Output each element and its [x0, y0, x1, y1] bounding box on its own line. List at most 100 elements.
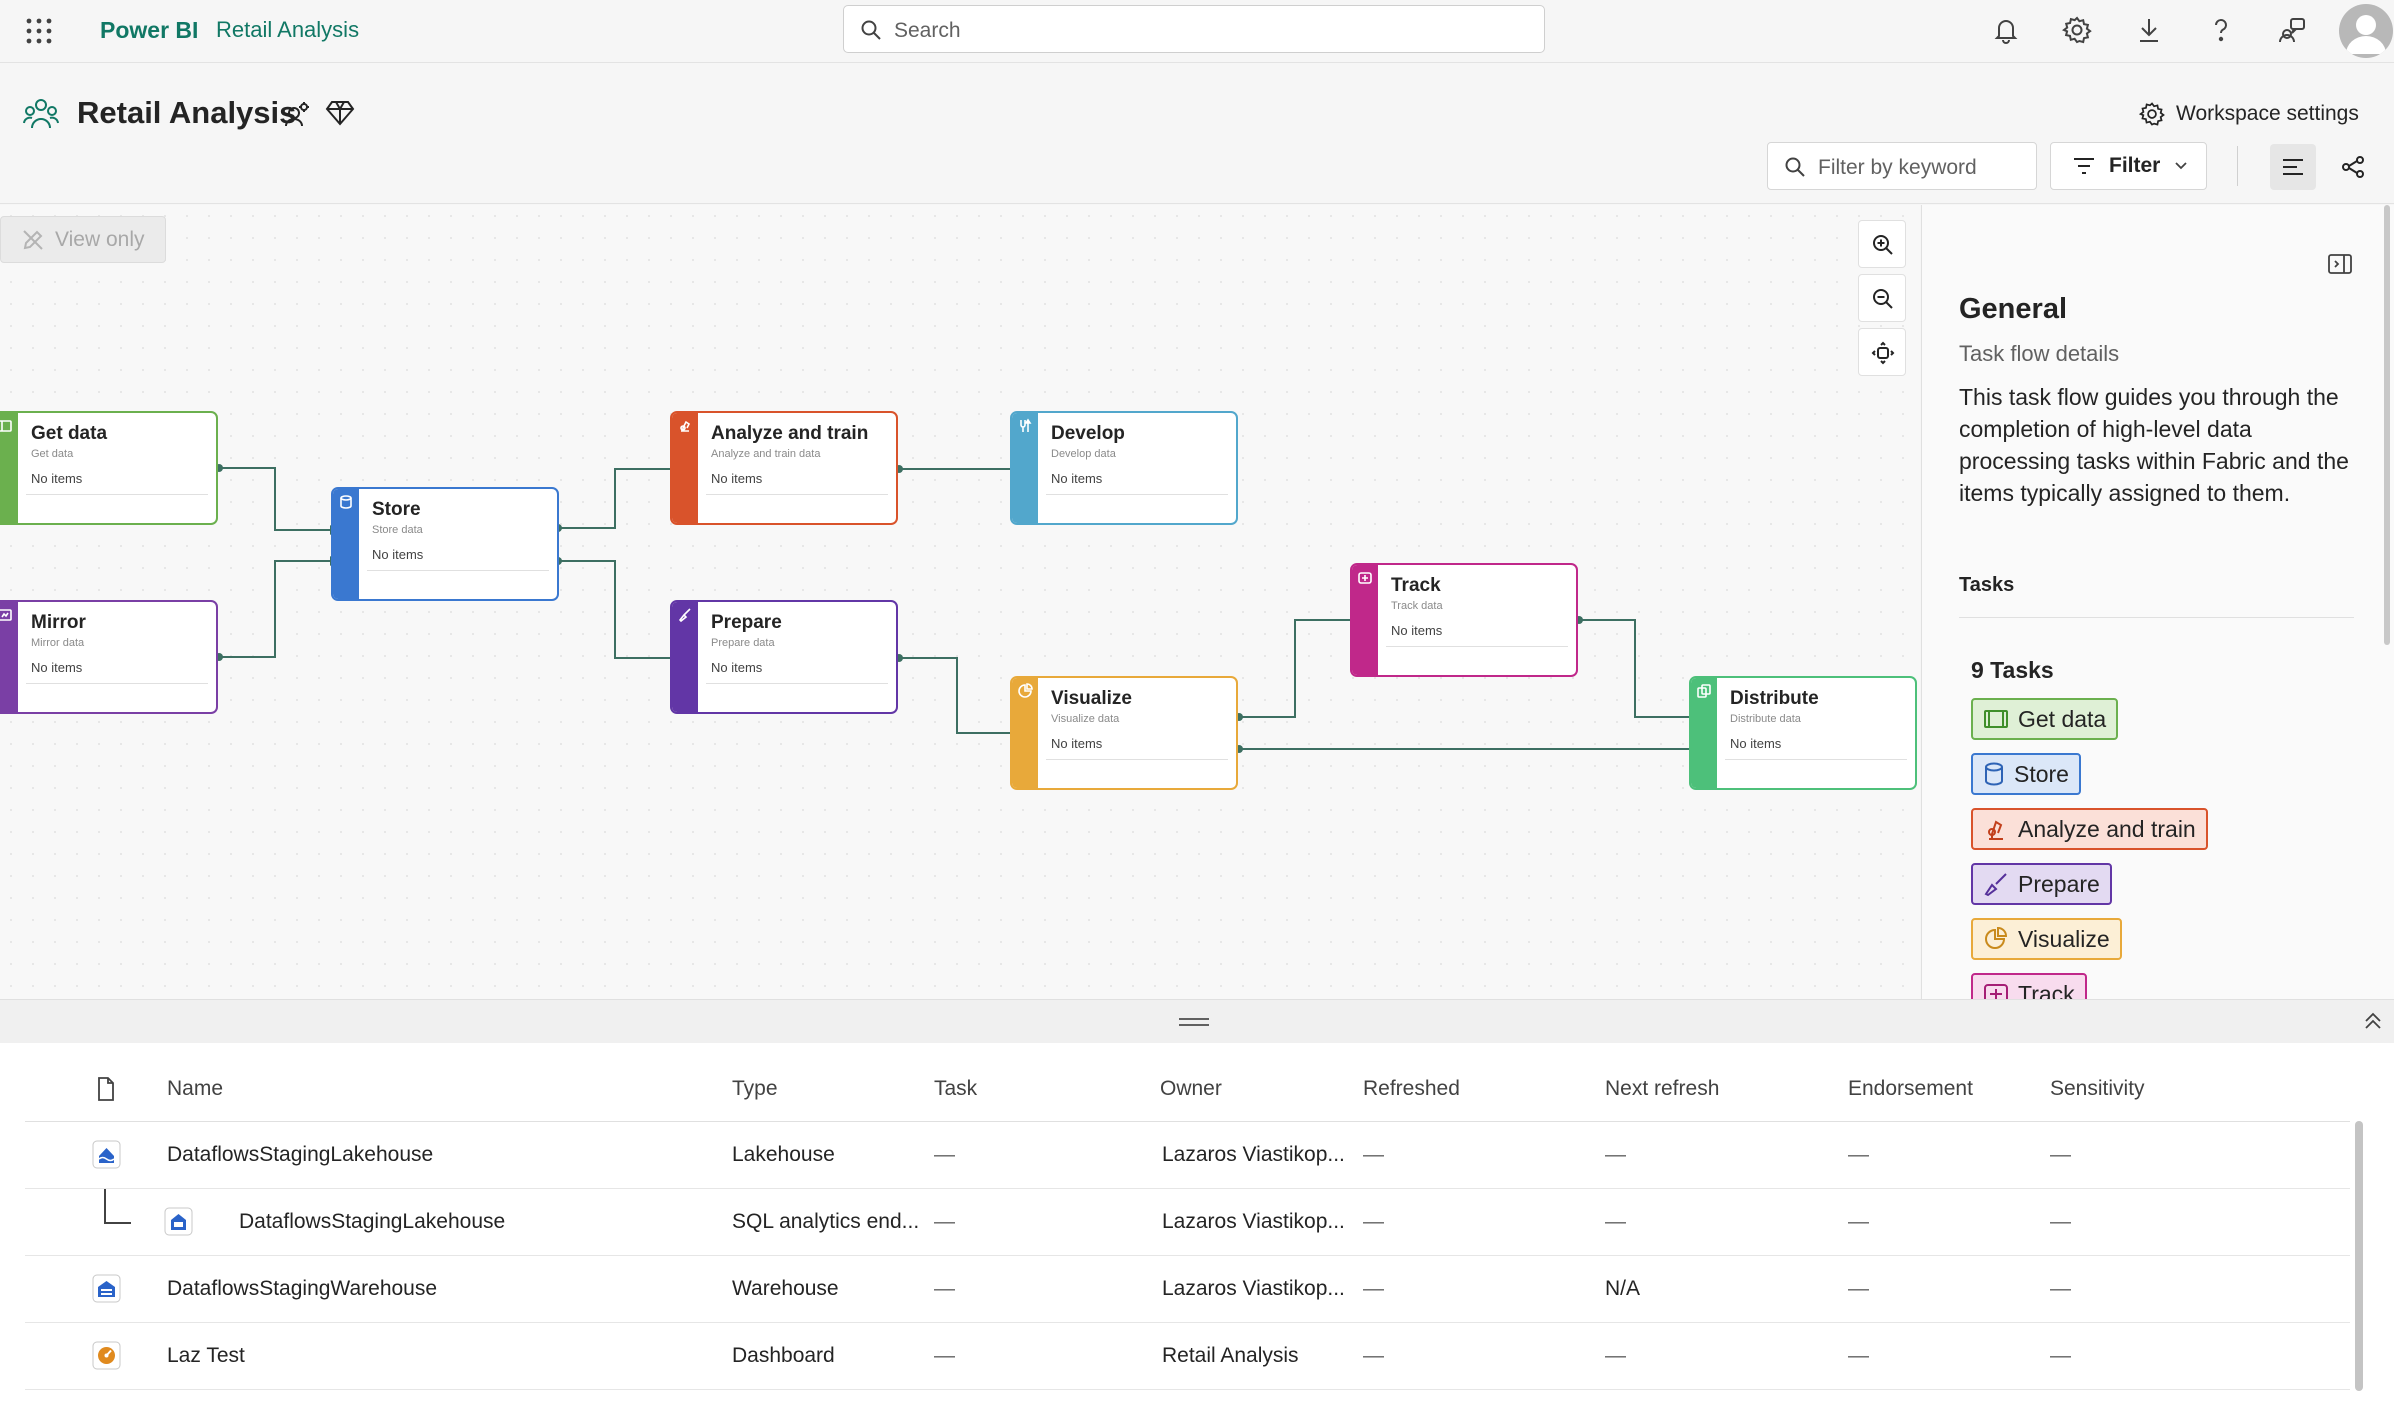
analyze-icon [680, 420, 691, 432]
zoom-in-button[interactable] [1858, 220, 1906, 268]
feedback-icon[interactable] [2276, 14, 2308, 46]
task-chip-track[interactable]: Track [1971, 973, 2087, 999]
search-icon [861, 20, 881, 40]
row-name[interactable]: DataflowsStagingLakehouse [239, 1210, 505, 1234]
get-data-icon [1984, 710, 2008, 728]
collapse-pane-icon[interactable] [2327, 251, 2353, 277]
visualize-icon [1985, 926, 2008, 949]
task-card-get-data[interactable]: Get data Get data No items [0, 411, 218, 525]
workspace-settings-label: Workspace settings [2176, 102, 2359, 125]
column-header-name[interactable]: Name [167, 1077, 223, 1101]
task-card-analyze-and-train[interactable]: Analyze and train Analyze and train data… [670, 411, 898, 525]
row-name[interactable]: DataflowsStagingLakehouse [167, 1143, 433, 1167]
notifications-bell-icon[interactable] [1990, 14, 2022, 46]
task-card-visualize[interactable]: Visualize Visualize data No items [1010, 676, 1238, 790]
task-name: Get data [31, 423, 108, 444]
filter-icon [2074, 158, 2094, 174]
column-header-refreshed[interactable]: Refreshed [1363, 1077, 1460, 1101]
column-header-endorsement[interactable]: Endorsement [1848, 1077, 1973, 1101]
store-icon [1985, 762, 2003, 786]
task-subtitle: Prepare data [711, 637, 775, 649]
column-header-next-refresh[interactable]: Next refresh [1605, 1077, 1719, 1101]
pane-splitter[interactable] [0, 999, 2394, 1043]
items-table: Name Type Task Owner Refreshed Next refr… [0, 1043, 2394, 1411]
develop-icon [1020, 418, 1032, 432]
help-icon[interactable] [2205, 14, 2237, 46]
workspace-identity-icon[interactable] [283, 100, 311, 128]
list-view-button[interactable] [2270, 144, 2316, 190]
table-row[interactable]: DataflowsStagingLakehouse SQL analytics … [25, 1189, 2350, 1256]
view-only-indicator: View only [0, 216, 166, 263]
task-chip-label: Store [2014, 760, 2069, 787]
table-scrollbar[interactable] [2355, 1121, 2363, 1391]
filter-button[interactable]: Filter [2050, 142, 2207, 190]
task-items-count: No items [1051, 736, 1103, 751]
task-chip-visualize[interactable]: Visualize [1971, 918, 2122, 960]
row-type: Lakehouse [732, 1143, 835, 1166]
zoom-out-button[interactable] [1858, 274, 1906, 322]
task-card-develop[interactable]: Develop Develop data No items [1010, 411, 1238, 525]
workspace-icon [23, 99, 59, 129]
task-divider [26, 683, 208, 684]
search-placeholder: Search [894, 19, 961, 42]
document-type-icon [98, 1077, 114, 1101]
search-icon [1785, 157, 1805, 177]
row-name[interactable]: DataflowsStagingWarehouse [167, 1277, 437, 1301]
task-subtitle: Distribute data [1730, 713, 1801, 725]
task-divider [26, 494, 208, 495]
lineage-view-button[interactable] [2330, 144, 2376, 190]
column-header-sensitivity[interactable]: Sensitivity [2050, 1077, 2145, 1101]
table-row[interactable]: DataflowsStagingLakehouse Lakehouse — La… [25, 1122, 2350, 1189]
column-header-type[interactable]: Type [732, 1077, 778, 1101]
row-owner: Lazaros Viastikop... [1162, 1277, 1345, 1300]
search-input[interactable]: Search [843, 5, 1545, 53]
task-chip-label: Analyze and train [2018, 815, 2196, 842]
task-name: Analyze and train [711, 423, 869, 444]
task-chip-label: Prepare [2018, 870, 2100, 897]
prepare-icon [1984, 873, 2007, 897]
row-type: Warehouse [732, 1277, 839, 1300]
workspace-settings-button[interactable]: Workspace settings [2138, 98, 2359, 130]
tasks-heading: Tasks [1959, 574, 2015, 596]
task-chip-label: Visualize [2018, 925, 2110, 952]
table-row[interactable]: DataflowsStagingWarehouse Warehouse — La… [25, 1256, 2350, 1323]
task-chip-get-data[interactable]: Get data [1971, 698, 2119, 740]
task-card-distribute[interactable]: Distribute Distribute data No items [1689, 676, 1917, 790]
task-name: Develop [1051, 423, 1125, 444]
analyze-icon [1988, 820, 2003, 840]
fit-to-screen-button[interactable] [1858, 328, 1906, 376]
task-chip-store[interactable]: Store [1971, 753, 2081, 795]
details-description: This task flow guides you through the co… [1959, 384, 2349, 506]
column-header-owner[interactable]: Owner [1160, 1077, 1222, 1101]
premium-diamond-icon[interactable] [325, 99, 355, 127]
breadcrumb-workspace[interactable]: Retail Analysis [216, 17, 359, 43]
task-chip-analyze-and-train[interactable]: Analyze and train [1971, 808, 2208, 850]
row-name[interactable]: Laz Test [167, 1344, 245, 1368]
task-flow-canvas[interactable]: View only Get data Get data No items Mir… [0, 205, 1920, 999]
row-type: SQL analytics end... [732, 1210, 920, 1233]
details-pane-scrollbar[interactable] [2384, 205, 2390, 645]
task-card-mirror[interactable]: Mirror Mirror data No items [0, 600, 218, 714]
task-chip-label: Track [2018, 980, 2075, 1000]
brand-name[interactable]: Power BI [100, 17, 198, 44]
top-bar: Power BI Retail Analysis Search [0, 0, 2394, 63]
app-launcher-icon[interactable] [24, 16, 54, 46]
user-avatar[interactable] [2339, 4, 2393, 58]
drag-handle-icon[interactable] [1179, 1017, 1209, 1027]
row-endorsement: — [1848, 1143, 1869, 1166]
chevron-double-up-icon[interactable] [2362, 1010, 2384, 1032]
download-icon[interactable] [2133, 14, 2165, 46]
task-name: Mirror [31, 612, 86, 633]
mirror-icon [0, 609, 12, 621]
table-row[interactable]: Laz Test Dashboard — Retail Analysis — —… [25, 1323, 2350, 1390]
filter-keyword-input[interactable]: Filter by keyword [1767, 142, 2037, 190]
task-card-prepare[interactable]: Prepare Prepare data No items [670, 600, 898, 714]
task-card-track[interactable]: Track Track data No items [1350, 563, 1578, 677]
task-name: Prepare [711, 612, 782, 633]
workspace-header: Retail Analysis Workspace settings Filte… [0, 64, 2394, 204]
column-header-task[interactable]: Task [934, 1077, 977, 1101]
edit-disabled-icon [23, 229, 43, 250]
task-card-store[interactable]: Store Store data No items [331, 487, 559, 601]
settings-gear-icon[interactable] [2061, 14, 2093, 46]
task-chip-prepare[interactable]: Prepare [1971, 863, 2112, 905]
